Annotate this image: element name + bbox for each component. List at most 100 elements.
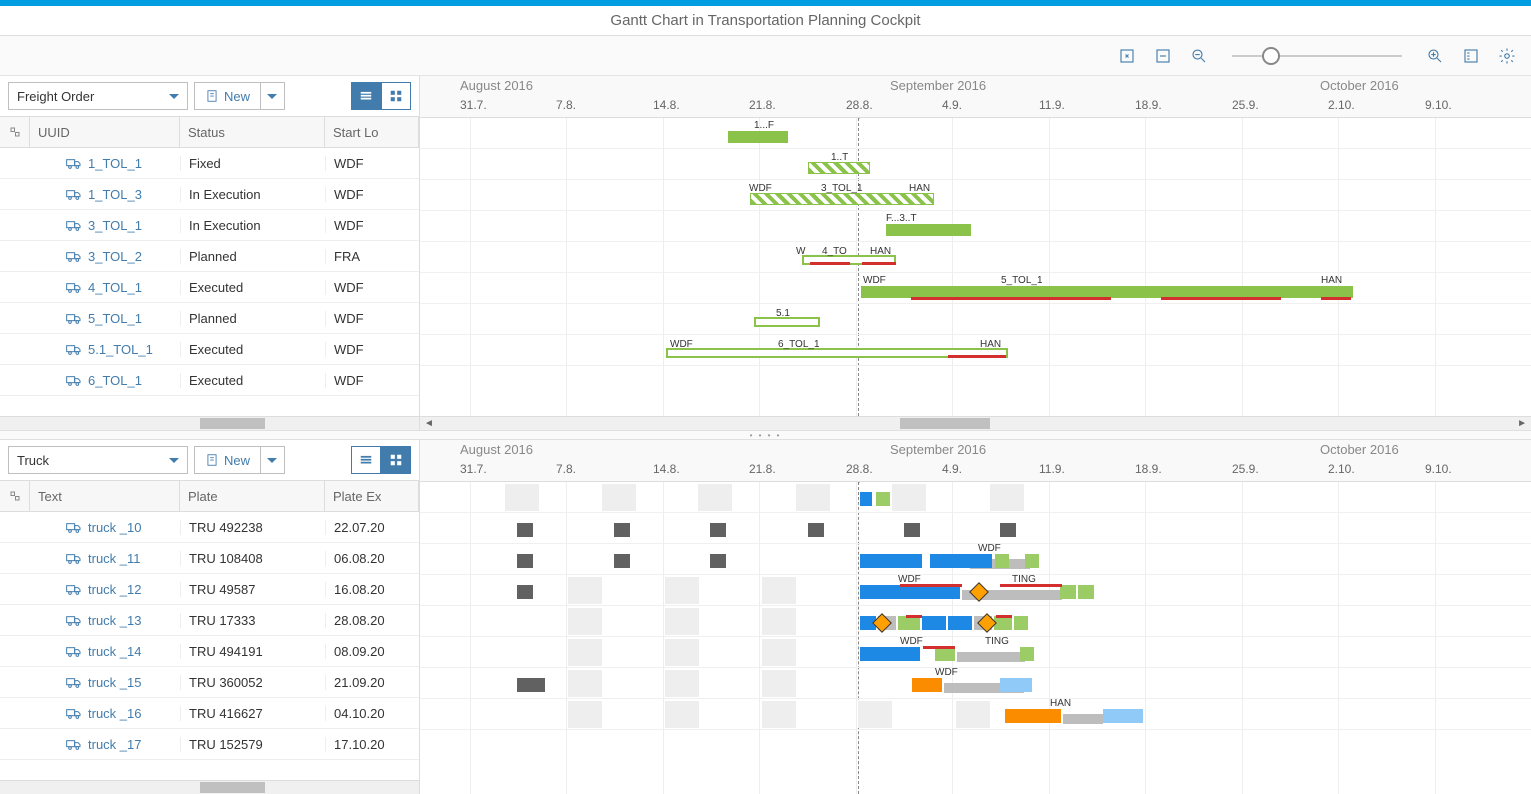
table-row[interactable]: 1_TOL_3In ExecutionWDF <box>0 179 419 210</box>
column-status[interactable]: Status <box>180 117 325 147</box>
uuid-link[interactable]: 1_TOL_1 <box>88 156 142 171</box>
truck-link[interactable]: truck _10 <box>88 520 141 535</box>
day-label: 25.9. <box>1232 462 1259 476</box>
status-cell: Executed <box>180 280 325 295</box>
table-row[interactable]: truck _10TRU 49223822.07.20 <box>0 512 419 543</box>
gantt-bar[interactable]: 1...F <box>728 131 788 143</box>
view-list-button-2[interactable] <box>351 446 381 474</box>
zoom-out-icon[interactable] <box>1190 47 1208 65</box>
expand-out-icon[interactable] <box>1154 47 1172 65</box>
truck-link[interactable]: truck _15 <box>88 675 141 690</box>
gantt-hscrollbar[interactable]: ◄► <box>420 416 1531 430</box>
exp-cell: 06.08.20 <box>325 551 419 566</box>
truck-link[interactable]: truck _16 <box>88 706 141 721</box>
day-label: 31.7. <box>460 462 487 476</box>
table-row[interactable]: truck _16TRU 41662704.10.20 <box>0 698 419 729</box>
settings-icon[interactable] <box>1498 47 1516 65</box>
status-cell: Fixed <box>180 156 325 171</box>
zoom-slider[interactable] <box>1232 55 1402 57</box>
table-row[interactable]: truck _17TRU 15257917.10.20 <box>0 729 419 760</box>
truck-link[interactable]: truck _11 <box>88 551 141 566</box>
splitter-handle[interactable]: • • • • <box>0 430 1531 440</box>
table-row[interactable]: truck _11TRU 10840806.08.20 <box>0 543 419 574</box>
uuid-link[interactable]: 5.1_TOL_1 <box>88 342 153 357</box>
gantt-block[interactable] <box>517 585 533 599</box>
truck-link[interactable]: truck _14 <box>88 644 141 659</box>
type-select-2[interactable]: Truck <box>8 446 188 474</box>
column-text[interactable]: Text <box>30 481 180 511</box>
gantt-block[interactable] <box>860 492 872 506</box>
truck-link[interactable]: truck _17 <box>88 737 141 752</box>
truck-icon <box>66 551 82 565</box>
day-label: 4.9. <box>942 98 962 112</box>
day-label: 4.9. <box>942 462 962 476</box>
gantt-bar[interactable]: WDF6_TOL_1HAN <box>666 348 1008 358</box>
truck-link[interactable]: truck _13 <box>88 613 141 628</box>
expand-all-icon[interactable] <box>0 117 30 147</box>
new-button[interactable]: New <box>194 82 261 110</box>
gantt-block[interactable] <box>860 554 922 568</box>
gantt-bar[interactable]: W4_TOHAN <box>802 255 896 265</box>
gantt-block[interactable] <box>517 554 533 568</box>
column-uuid[interactable]: UUID <box>30 117 180 147</box>
new-button-2[interactable]: New <box>194 446 261 474</box>
gantt-bar[interactable]: 1..T <box>808 162 870 174</box>
gantt-block[interactable] <box>1000 523 1016 537</box>
day-label: 11.9. <box>1039 98 1065 112</box>
gantt-block[interactable] <box>614 523 630 537</box>
table-row[interactable]: 1_TOL_1 FixedWDF <box>0 148 419 179</box>
table-row[interactable]: 5.1_TOL_1ExecutedWDF <box>0 334 419 365</box>
table-row[interactable]: 5_TOL_1PlannedWDF <box>0 303 419 334</box>
table-row[interactable]: 3_TOL_1In ExecutionWDF <box>0 210 419 241</box>
exp-cell: 04.10.20 <box>325 706 419 721</box>
start-cell: WDF <box>325 156 419 171</box>
gantt-bar[interactable]: WDF3_TOL_1HAN <box>750 193 934 205</box>
gantt-bar[interactable]: WDF5_TOL_1HAN <box>861 286 1353 298</box>
uuid-link[interactable]: 3_TOL_2 <box>88 249 142 264</box>
truck-link[interactable]: truck _12 <box>88 582 141 597</box>
uuid-link[interactable]: 5_TOL_1 <box>88 311 142 326</box>
view-list-button[interactable] <box>351 82 381 110</box>
day-label: 31.7. <box>460 98 487 112</box>
gantt-block[interactable] <box>860 647 920 661</box>
column-exp[interactable]: Plate Ex <box>325 481 419 511</box>
zoom-in-icon[interactable] <box>1426 47 1444 65</box>
column-plate[interactable]: Plate <box>180 481 325 511</box>
gantt-block[interactable] <box>1005 709 1061 723</box>
hscrollbar[interactable] <box>0 416 419 430</box>
uuid-link[interactable]: 6_TOL_1 <box>88 373 142 388</box>
gantt-bar[interactable]: 5.1 <box>754 317 820 327</box>
expand-all-2-icon[interactable] <box>0 481 30 511</box>
new-button-dropdown[interactable] <box>261 82 285 110</box>
view-grid-button-2[interactable] <box>381 446 411 474</box>
uuid-link[interactable]: 4_TOL_1 <box>88 280 142 295</box>
type-select[interactable]: Freight Order <box>8 82 188 110</box>
expand-in-icon[interactable] <box>1118 47 1136 65</box>
hscrollbar-2[interactable] <box>0 780 419 794</box>
gantt-block[interactable] <box>614 554 630 568</box>
gantt-block[interactable] <box>912 678 942 692</box>
month-label: September 2016 <box>890 78 986 93</box>
table-row[interactable]: truck _14TRU 49419108.09.20 <box>0 636 419 667</box>
gantt-block[interactable] <box>860 585 960 599</box>
new-button-2-dropdown[interactable] <box>261 446 285 474</box>
gantt-bar[interactable]: F...3..T <box>886 224 971 236</box>
gantt-block[interactable] <box>710 523 726 537</box>
legend-icon[interactable] <box>1462 47 1480 65</box>
gantt-block[interactable] <box>808 523 824 537</box>
uuid-link[interactable]: 3_TOL_1 <box>88 218 142 233</box>
table-row[interactable]: 6_TOL_1ExecutedWDF <box>0 365 419 396</box>
table-row[interactable]: 4_TOL_1ExecutedWDF <box>0 272 419 303</box>
gantt-block[interactable] <box>710 554 726 568</box>
gantt-block[interactable] <box>904 523 920 537</box>
table-row[interactable]: truck _12TRU 4958716.08.20 <box>0 574 419 605</box>
gantt-block[interactable] <box>517 523 533 537</box>
table-row[interactable]: 3_TOL_2PlannedFRA <box>0 241 419 272</box>
gantt-block[interactable] <box>930 554 992 568</box>
uuid-link[interactable]: 1_TOL_3 <box>88 187 142 202</box>
column-start[interactable]: Start Lo <box>325 117 419 147</box>
table-row[interactable]: truck _13TRU 1733328.08.20 <box>0 605 419 636</box>
gantt-block[interactable] <box>517 678 545 692</box>
view-grid-button[interactable] <box>381 82 411 110</box>
table-row[interactable]: truck _15TRU 36005221.09.20 <box>0 667 419 698</box>
